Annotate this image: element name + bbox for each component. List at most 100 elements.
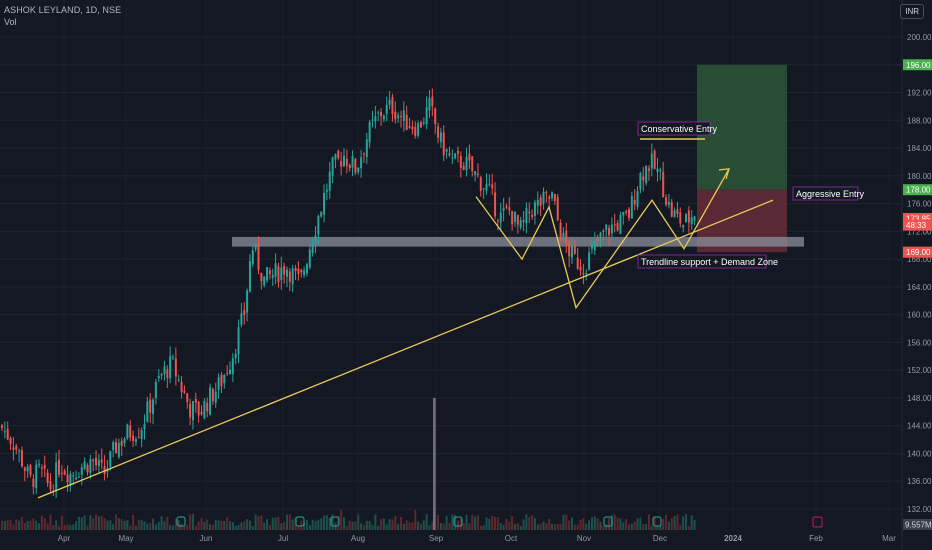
volume-bar (52, 524, 55, 530)
candle-body (562, 232, 565, 241)
candle-body (291, 268, 294, 285)
candle-body (690, 217, 693, 225)
volume-bar (645, 524, 648, 530)
volume-bar (77, 516, 80, 530)
candle-body (26, 466, 29, 472)
candle-body (134, 439, 137, 442)
volume-bar (343, 517, 345, 530)
candle-body (288, 271, 291, 282)
volume-bar (462, 522, 465, 530)
candle-body (189, 403, 192, 418)
volume-bar (32, 518, 35, 530)
symbol-title[interactable]: ASHOK LEYLAND, 1D, NSE (4, 5, 121, 15)
candle-body (437, 126, 440, 138)
volume-bar (6, 520, 9, 530)
volume-bar (400, 517, 402, 530)
candle-body (180, 381, 183, 393)
volume-bar (97, 516, 100, 530)
candle-body (325, 189, 328, 192)
volume-bar (439, 523, 442, 530)
candle-body (459, 155, 462, 168)
candle-body (625, 211, 628, 213)
candle-body (229, 369, 231, 375)
volume-bar (419, 523, 422, 530)
candle-body (186, 393, 189, 402)
candle-body (380, 111, 383, 117)
candle-body (628, 209, 630, 219)
volume-bar (263, 522, 266, 530)
volume-bar (354, 521, 357, 530)
volume-label[interactable]: Vol (4, 17, 17, 27)
candle-body (419, 122, 422, 128)
volume-bar (268, 524, 271, 530)
volume-bar (323, 515, 326, 530)
candle-body (511, 210, 514, 225)
x-tick-label: Dec (653, 534, 667, 543)
volume-bar (146, 523, 149, 530)
volume-bar (63, 525, 66, 530)
volume-bar (237, 524, 240, 530)
candle-body (365, 139, 368, 157)
candle-body (234, 353, 237, 359)
candle-body (248, 261, 251, 292)
candle-body (434, 108, 437, 124)
volume-bar (665, 514, 668, 530)
x-tick-label: 2024 (724, 534, 742, 543)
candle-body (371, 119, 374, 121)
candle-body (280, 267, 283, 280)
candle-body (6, 428, 9, 440)
volume-badge-text: 9.557M (905, 521, 932, 530)
candle-body (573, 245, 576, 254)
volume-bar (559, 523, 562, 530)
volume-bar (291, 519, 294, 530)
volume-bar (551, 523, 554, 530)
volume-bar (485, 517, 488, 530)
volume-bar (553, 524, 556, 530)
candle-body (667, 202, 670, 206)
volume-bar (382, 518, 385, 530)
volume-bar (357, 514, 360, 530)
volume-bar (445, 516, 448, 530)
volume-bar (571, 517, 573, 530)
candle-body (55, 462, 58, 492)
candle-body (656, 168, 659, 173)
demand-zone[interactable] (232, 236, 804, 247)
candle-body (66, 474, 69, 483)
trendline-demand-label[interactable]: Trendline support + Demand Zone (637, 254, 778, 269)
volume-bar (328, 517, 331, 530)
candle-body (43, 465, 46, 469)
volume-bar (499, 522, 502, 530)
volume-bar (582, 518, 585, 530)
price-chart[interactable]: 200.00 196.00 192.00 188.00 184.00 180.00 176.… (0, 0, 932, 550)
candle-body (394, 111, 397, 120)
volume-bar (428, 525, 431, 530)
volume-bar (639, 517, 642, 530)
candle-body (254, 245, 257, 250)
candle-body (29, 465, 32, 475)
candle-body (211, 388, 214, 402)
volume-bar (622, 522, 625, 530)
volume-bar (602, 525, 605, 530)
volume-bar (214, 519, 217, 530)
chart-background (0, 0, 932, 550)
volume-bar (186, 524, 189, 530)
chart-root[interactable]: 200.00 196.00 192.00 188.00 184.00 180.00 176.… (0, 0, 932, 550)
volume-bar (58, 525, 60, 530)
aggressive-entry-label[interactable]: Aggressive Entry (792, 186, 865, 201)
volume-bar (588, 520, 591, 530)
volume-bar (311, 519, 314, 530)
candle-body (576, 257, 579, 269)
candle-body (388, 99, 391, 105)
candle-body (494, 192, 497, 217)
currency-badge[interactable]: INR (900, 4, 924, 19)
candle-body (499, 212, 502, 223)
conservative-entry-label[interactable]: Conservative Entry (637, 121, 718, 136)
volume-bar (286, 514, 288, 530)
volume-bar (465, 514, 468, 530)
volume-bar (565, 514, 568, 530)
candle-body (303, 270, 306, 276)
volume-bar (417, 521, 420, 530)
candle-body (360, 157, 363, 169)
candle-body (593, 240, 596, 251)
volume-bar (149, 522, 152, 530)
